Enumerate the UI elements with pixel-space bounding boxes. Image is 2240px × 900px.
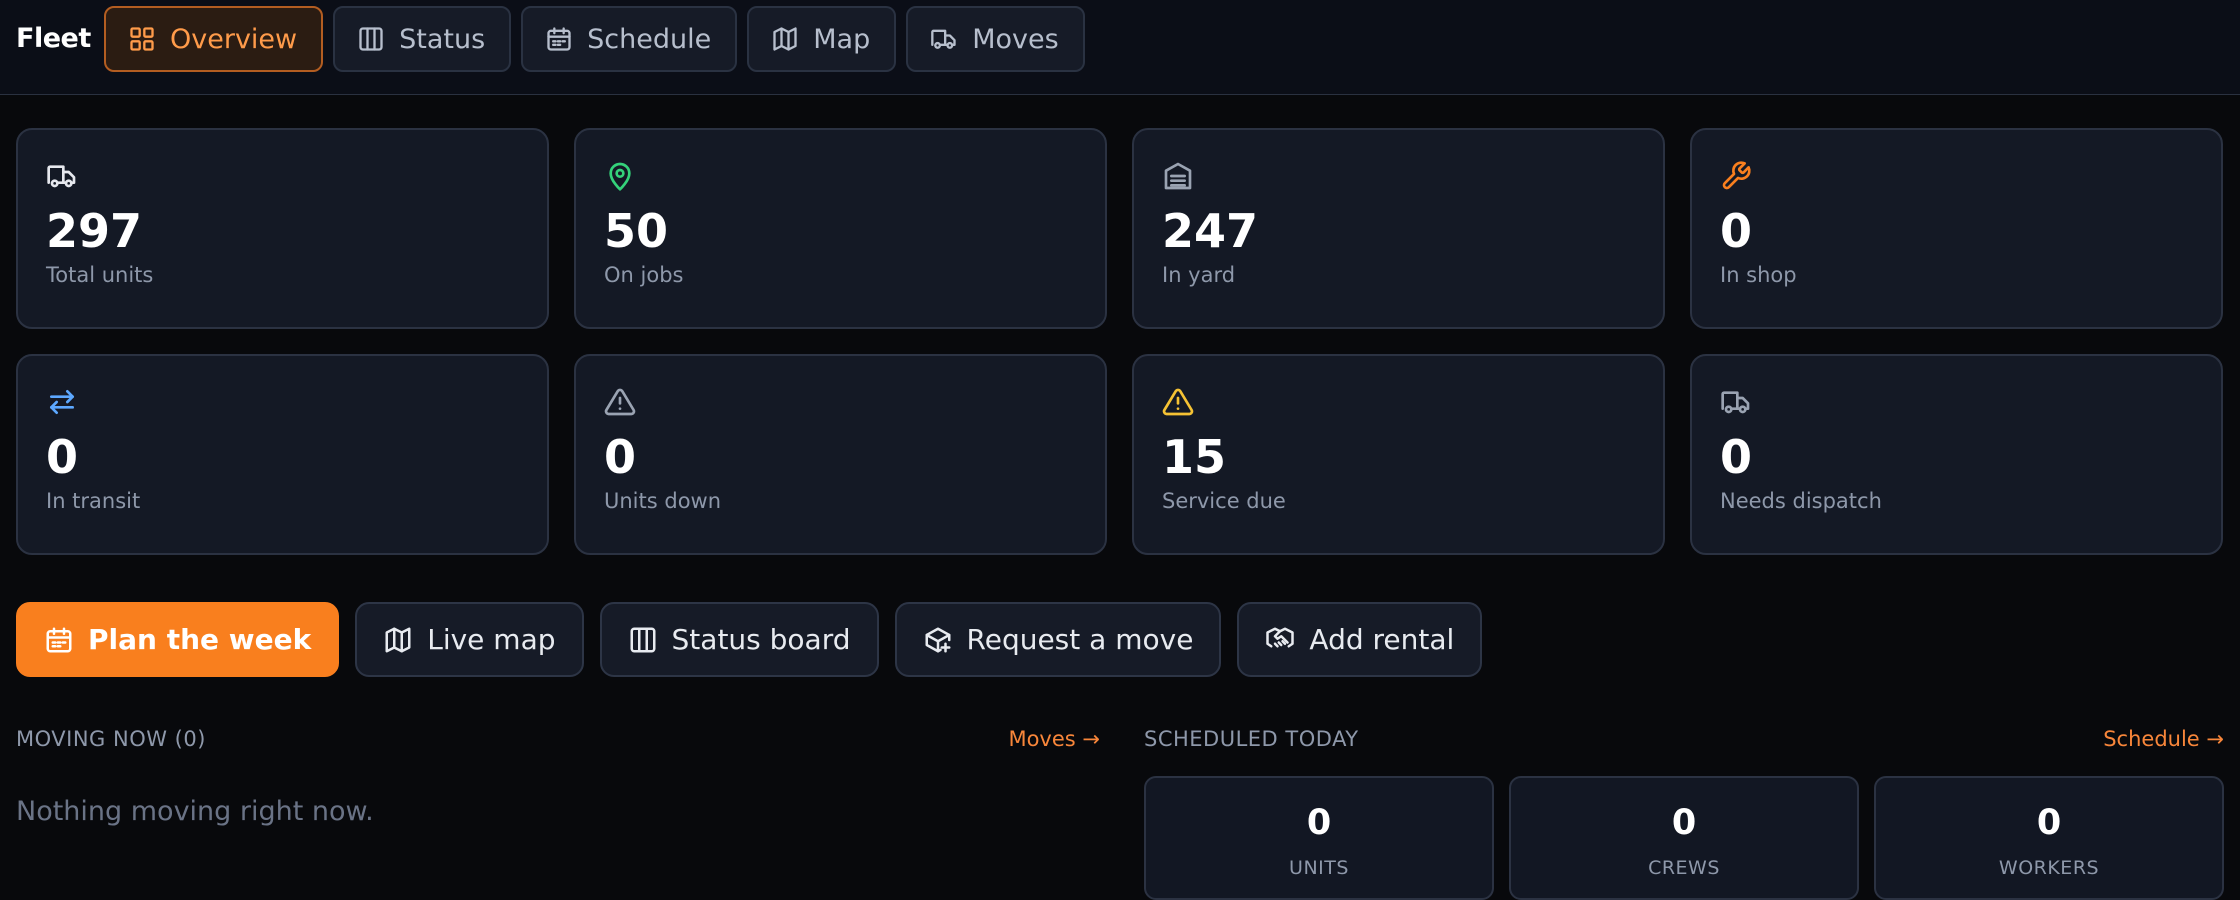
stat-card-service-due[interactable]: 15 Service due (1132, 354, 1665, 555)
scheduled-crews-card[interactable]: 0 CREWS (1509, 776, 1859, 900)
truck-icon (930, 25, 958, 53)
arrows-exchange-icon (46, 386, 519, 418)
stat-value: 0 (46, 430, 79, 484)
quick-actions: Plan the week Live map Status board Requ… (16, 602, 1483, 677)
tab-label: Status (399, 23, 486, 55)
button-label: Plan the week (88, 623, 312, 656)
tab-schedule[interactable]: Schedule (521, 6, 738, 72)
scheduled-today-grid: 0 UNITS 0 CREWS 0 WORKERS (1144, 776, 2224, 900)
tab-label: Map (813, 23, 871, 55)
stat-card-units-down[interactable]: 0 Units down (574, 354, 1107, 555)
scheduled-label: UNITS (1289, 856, 1349, 879)
plan-the-week-button[interactable]: Plan the week (16, 602, 340, 677)
stat-card-on-jobs[interactable]: 50 On jobs (574, 128, 1107, 329)
tab-label: Overview (170, 23, 298, 55)
stat-value: 0 (1720, 430, 1753, 484)
stat-label: Total units (46, 262, 154, 287)
brand-title: Fleet (16, 23, 91, 54)
scheduled-label: WORKERS (1998, 856, 2100, 879)
moving-now-empty-state: Nothing moving right now. (16, 796, 374, 827)
tab-overview[interactable]: Overview (104, 6, 324, 72)
status-board-button[interactable]: Status board (599, 602, 879, 677)
stat-card-needs-dispatch[interactable]: 0 Needs dispatch (1690, 354, 2223, 555)
scheduled-label: CREWS (1648, 856, 1720, 879)
stat-label: Needs dispatch (1720, 488, 1882, 513)
truck-icon (1720, 386, 2193, 418)
stat-label: Service due (1162, 488, 1286, 513)
tab-map[interactable]: Map (747, 6, 897, 72)
scheduled-value: 0 (2036, 803, 2062, 843)
alert-triangle-icon (1162, 386, 1635, 418)
alert-triangle-icon (604, 386, 1077, 418)
moves-link[interactable]: Moves → (1008, 727, 1100, 751)
scheduled-today-header: SCHEDULED TODAY Schedule → (1144, 727, 2224, 751)
scheduled-today-title: SCHEDULED TODAY (1144, 727, 1359, 751)
button-label: Request a move (966, 623, 1194, 656)
scheduled-value: 0 (1306, 803, 1332, 843)
stat-value: 0 (1720, 204, 1753, 258)
stats-grid: 297 Total units 50 On jobs 247 In yard 0… (16, 128, 2224, 555)
scheduled-workers-card[interactable]: 0 WORKERS (1874, 776, 2224, 900)
live-map-button[interactable]: Live map (355, 602, 584, 677)
stat-label: In shop (1720, 262, 1797, 287)
moving-now-title: MOVING NOW (0) (16, 727, 206, 751)
package-plus-icon (923, 625, 953, 655)
map-icon (383, 625, 413, 655)
map-icon (771, 25, 799, 53)
stat-label: On jobs (604, 262, 684, 287)
calendar-icon (44, 625, 74, 655)
schedule-link[interactable]: Schedule → (2103, 727, 2224, 751)
tab-status[interactable]: Status (333, 6, 512, 72)
handshake-icon (1265, 625, 1295, 655)
stat-card-total-units[interactable]: 297 Total units (16, 128, 549, 329)
button-label: Status board (671, 623, 851, 656)
grid-icon (128, 25, 156, 53)
button-label: Live map (427, 623, 556, 656)
stat-card-in-yard[interactable]: 247 In yard (1132, 128, 1665, 329)
stat-card-in-shop[interactable]: 0 In shop (1690, 128, 2223, 329)
button-label: Add rental (1309, 623, 1455, 656)
warehouse-icon (1162, 160, 1635, 192)
stat-value: 15 (1162, 430, 1227, 484)
stat-value: 0 (604, 430, 637, 484)
add-rental-button[interactable]: Add rental (1237, 602, 1483, 677)
tab-label: Schedule (587, 23, 712, 55)
truck-icon (46, 160, 519, 192)
calendar-icon (545, 25, 573, 53)
columns-icon (628, 625, 658, 655)
stat-value: 247 (1162, 204, 1259, 258)
stat-value: 297 (46, 204, 143, 258)
scheduled-units-card[interactable]: 0 UNITS (1144, 776, 1494, 900)
stat-label: Units down (604, 488, 722, 513)
request-a-move-button[interactable]: Request a move (894, 602, 1222, 677)
top-nav: Fleet Overview Status Schedule Map Moves (0, 0, 2240, 95)
scheduled-value: 0 (1671, 803, 1697, 843)
columns-icon (357, 25, 385, 53)
wrench-icon (1720, 160, 2193, 192)
stat-value: 50 (604, 204, 669, 258)
stat-label: In transit (46, 488, 141, 513)
tab-moves[interactable]: Moves (906, 6, 1085, 72)
stat-label: In yard (1162, 262, 1236, 287)
map-pin-icon (604, 160, 1077, 192)
nav-tabs: Overview Status Schedule Map Moves (104, 6, 1085, 72)
stat-card-in-transit[interactable]: 0 In transit (16, 354, 549, 555)
tab-label: Moves (972, 23, 1059, 55)
moving-now-header: MOVING NOW (0) Moves → (16, 727, 1100, 751)
